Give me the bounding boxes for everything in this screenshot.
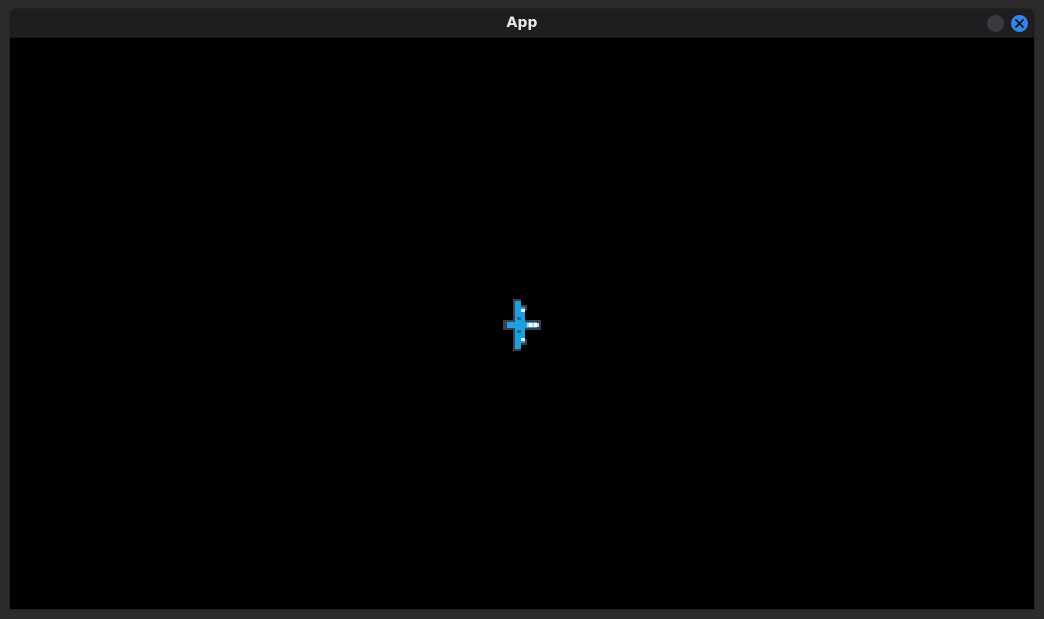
player-airplane-icon: [503, 299, 541, 351]
window-title: App: [506, 15, 538, 31]
app-window: App: [9, 8, 1035, 610]
title-bar[interactable]: App: [10, 9, 1034, 38]
close-button[interactable]: [1011, 15, 1028, 32]
minimize-button[interactable]: [987, 15, 1004, 32]
close-icon: [1015, 19, 1024, 28]
game-canvas[interactable]: [10, 38, 1034, 609]
